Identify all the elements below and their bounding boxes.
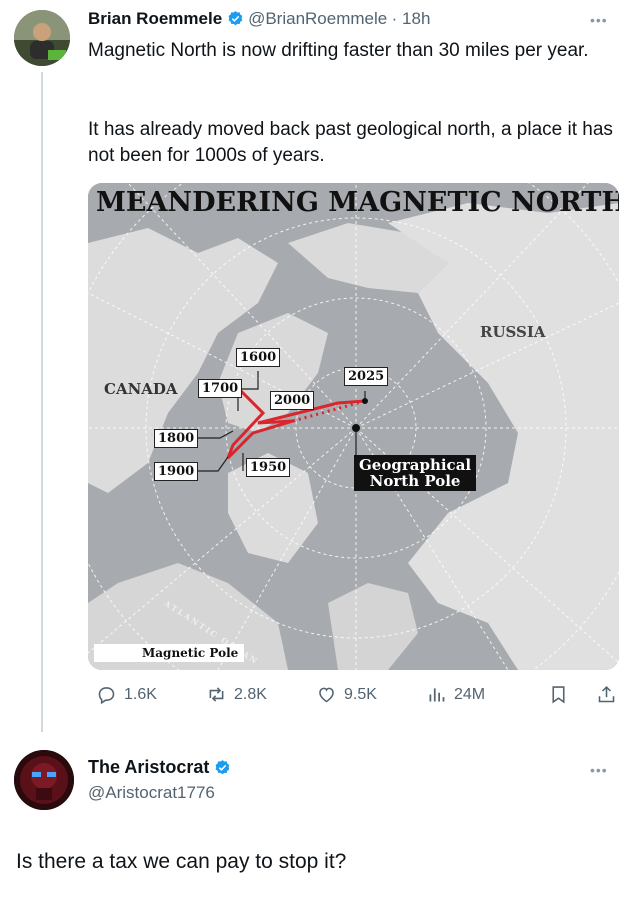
repost-count: 2.8K [234, 685, 267, 703]
geo-label-line1: Geographical [359, 456, 472, 474]
like-count: 9.5K [344, 685, 377, 703]
repost-button[interactable]: 2.8K [206, 684, 267, 705]
like-button[interactable]: 9.5K [316, 684, 377, 705]
year-1950: 1950 [246, 458, 291, 477]
share-button[interactable] [596, 684, 617, 705]
geographical-north-pole-label: Geographical North Pole [354, 455, 477, 491]
reply-author-name[interactable]: The Aristocrat [88, 757, 209, 777]
year-2000: 2000 [270, 391, 315, 410]
tweet-text-2: It has already moved back past geologica… [88, 119, 613, 166]
avatar-brian[interactable] [14, 10, 70, 66]
tweet-header: Brian Roemmele @BrianRoemmele · 18h [88, 9, 588, 33]
verified-icon [228, 11, 242, 26]
reply-button[interactable]: 1.6K [96, 684, 157, 705]
bookmark-button[interactable] [548, 684, 569, 705]
repost-icon [209, 687, 224, 702]
more-icon[interactable]: ••• [590, 12, 608, 28]
year-1800: 1800 [154, 429, 199, 448]
verified-icon [215, 760, 230, 775]
map-legend: Magnetic Pole [94, 644, 245, 662]
like-icon [319, 687, 334, 703]
legend-label: Magnetic Pole [142, 646, 239, 660]
views-count: 24M [454, 685, 486, 703]
views-button[interactable]: 24M [426, 684, 485, 705]
avatar-aristocrat[interactable] [14, 750, 74, 810]
reply-icon [98, 687, 115, 705]
geo-label-line2: North Pole [369, 472, 461, 490]
thread-line [41, 72, 43, 732]
year-2025: 2025 [344, 367, 389, 386]
reply-text: Is there a tax we can pay to stop it? [16, 850, 347, 873]
reply-header: The Aristocrat [88, 757, 231, 778]
views-icon [429, 688, 445, 702]
author-handle[interactable]: @BrianRoemmele [248, 9, 387, 28]
reply-count: 1.6K [124, 685, 157, 703]
author-name[interactable]: Brian Roemmele [88, 9, 222, 28]
year-1700: 1700 [198, 379, 243, 398]
year-1900: 1900 [154, 462, 199, 481]
share-icon [598, 685, 615, 703]
bookmark-icon [552, 686, 565, 704]
more-icon[interactable]: ••• [590, 762, 608, 778]
label-canada: CANADA [104, 380, 178, 398]
tweet-time[interactable]: · 18h [392, 9, 431, 28]
map-title: MEANDERING MAGNETIC NORTH [96, 187, 619, 218]
label-russia: RUSSIA [480, 323, 546, 341]
reply-author-handle[interactable]: @Aristocrat1776 [88, 783, 215, 803]
year-1600: 1600 [236, 348, 281, 367]
tweet-image[interactable]: MEANDERING MAGNETIC NORTH CANADA RUSSIA … [88, 183, 619, 670]
tweet-text-1: Magnetic North is now drifting faster th… [88, 40, 589, 61]
